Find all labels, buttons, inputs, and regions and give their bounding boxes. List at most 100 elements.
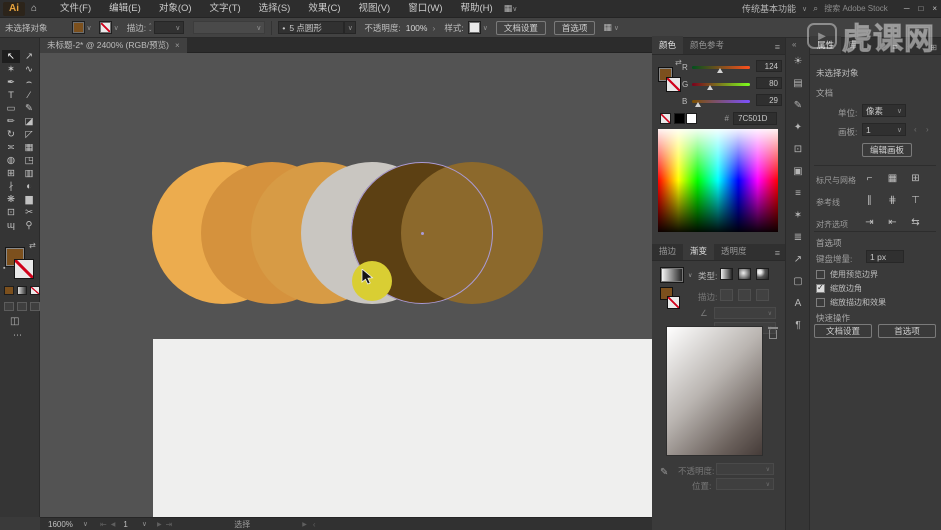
artboards-panel-icon[interactable]: ▢ [788, 274, 808, 289]
control-options-caret[interactable]: ∨ [614, 24, 619, 32]
rotate-tool[interactable]: ↻ [2, 128, 20, 141]
canvas[interactable] [40, 53, 652, 517]
draw-normal-button[interactable] [4, 302, 14, 311]
edit-gradient-icon[interactable]: ✎ [660, 467, 668, 478]
tab-color[interactable]: 颜色 [652, 36, 683, 54]
default-fill-stroke-icon[interactable]: ▪ [3, 265, 5, 272]
tab-transparency[interactable]: 透明度 [714, 242, 754, 260]
width-profile-dropdown[interactable]: ∨ [193, 21, 265, 34]
next-artboard-arrow[interactable]: › [926, 125, 929, 134]
stroke-weight-stepper[interactable]: ⌃⌄ [148, 24, 152, 32]
swap-fill-stroke-icon[interactable]: ⇄ [29, 241, 36, 250]
gradient-slider-preview[interactable] [666, 326, 763, 456]
prev-artboard-arrow[interactable]: ‹ [914, 125, 917, 134]
panel-swap-icon[interactable]: ⇄ [675, 58, 682, 67]
zoom-tool[interactable]: ⚲ [20, 219, 38, 232]
opacity-expand-icon[interactable]: › [432, 23, 435, 33]
rectangle-tool[interactable]: ▭ [2, 102, 20, 115]
curvature-tool[interactable]: ⌢ [20, 76, 38, 89]
gradient-thumb-caret[interactable]: ∨ [688, 272, 692, 279]
pathfinder-panel-icon[interactable]: ▣ [788, 164, 808, 179]
fill-caret[interactable]: ∨ [87, 24, 92, 32]
panel-stroke-swatch[interactable] [666, 77, 681, 92]
search-stock-label[interactable]: 搜索 Adobe Stock [824, 3, 888, 14]
status-play-icon[interactable]: ▶ [302, 521, 307, 528]
layers-panel-icon[interactable]: ≣ [788, 230, 808, 245]
stroke-along-button[interactable] [738, 289, 751, 301]
stroke-within-button[interactable] [720, 289, 733, 301]
r-slider-handle[interactable] [717, 68, 723, 73]
freeform-gradient-button[interactable] [756, 268, 769, 280]
g-slider-track[interactable] [692, 83, 750, 86]
brushes-panel-icon[interactable]: ✎ [788, 98, 808, 113]
use-preview-bounds-checkbox-box[interactable] [816, 270, 825, 279]
scale-strokes-effects-checkbox-box[interactable] [816, 298, 825, 307]
r-value-field[interactable]: 124 [756, 60, 782, 72]
style-caret[interactable]: ∨ [483, 24, 488, 32]
snap-point-icon[interactable]: ⇆ [908, 216, 923, 230]
guides-icon[interactable]: ∥ [862, 194, 877, 208]
gradient-tool[interactable]: ▥ [20, 167, 38, 180]
lock-guides-icon[interactable]: ⋕ [885, 194, 900, 208]
shaper-tool[interactable]: ✏ [2, 115, 20, 128]
type-tool[interactable]: T [2, 89, 20, 102]
tab-libraries[interactable]: 库 [841, 36, 864, 54]
blend-tool[interactable]: ◐ [20, 180, 38, 193]
none-swatch[interactable] [660, 113, 671, 124]
status-back-icon[interactable]: ‹ [313, 520, 316, 529]
preferences-button[interactable]: 首选项 [554, 21, 596, 35]
close-button[interactable]: × [932, 4, 937, 13]
opacity-value[interactable]: 100% [406, 23, 428, 33]
draw-behind-button[interactable] [17, 302, 27, 311]
document-close-icon[interactable]: × [175, 41, 180, 50]
pixel-grid-icon[interactable]: ⊞ [908, 172, 923, 186]
symbol-sprayer-tool[interactable]: ❋ [2, 193, 20, 206]
menu-view[interactable]: 视图(V) [350, 0, 400, 18]
stroke-across-button[interactable] [756, 289, 769, 301]
color-panel-icon[interactable]: ☀ [788, 54, 808, 69]
menu-object[interactable]: 对象(O) [150, 0, 201, 18]
smart-guides-icon[interactable]: ⊤ [908, 194, 923, 208]
stroke-caret[interactable]: ∨ [114, 24, 119, 32]
delete-stop-icon[interactable] [769, 330, 777, 339]
linear-gradient-button[interactable] [720, 268, 733, 280]
shape-builder-tool[interactable]: ◍ [2, 154, 20, 167]
scale-tool[interactable]: ◸ [20, 128, 38, 141]
control-options-icon[interactable]: ▦ [603, 22, 612, 33]
document-setup-button[interactable]: 文档设置 [496, 21, 546, 35]
tab-properties[interactable]: 属性 [810, 36, 841, 54]
zoom-level[interactable]: 1600% [48, 520, 73, 529]
angle-dropdown[interactable]: ∨ [714, 307, 776, 319]
align-panel-icon[interactable]: ≡ [788, 186, 808, 201]
b-value-field[interactable]: 29 [756, 94, 782, 106]
transform-panel-icon[interactable]: ⊡ [788, 142, 808, 157]
first-artboard-icon[interactable]: ⇤ [100, 520, 107, 529]
last-artboard-icon[interactable]: ⇥ [166, 520, 173, 529]
none-mode-button[interactable] [30, 286, 40, 295]
workspace-switcher[interactable]: 传统基本功能 [742, 2, 796, 15]
paintbrush-tool[interactable]: ✎ [20, 102, 38, 115]
menu-type[interactable]: 文字(T) [201, 0, 250, 18]
search-icon[interactable]: ⌕ [813, 3, 818, 14]
g-slider-handle[interactable] [707, 85, 713, 90]
gradient-mode-button[interactable] [17, 286, 27, 295]
hex-value-field[interactable]: 7C501D [733, 112, 777, 125]
radial-gradient-button[interactable] [738, 268, 751, 280]
stroke-color-swatch[interactable] [99, 21, 112, 34]
artboard-tool[interactable]: ⊡ [2, 206, 20, 219]
arrange-documents-icon[interactable]: ▦ [504, 3, 513, 14]
mesh-tool[interactable]: ⊞ [2, 167, 20, 180]
next-artboard-icon[interactable]: ▶ [157, 521, 162, 528]
lasso-tool[interactable]: ∿ [20, 63, 38, 76]
symbols-panel-icon[interactable]: ✦ [788, 120, 808, 135]
perspective-grid-tool[interactable]: ◳ [20, 154, 38, 167]
workspace-caret[interactable]: ∨ [802, 5, 807, 13]
scale-strokes-effects-checkbox[interactable]: 缩放描边和效果 [816, 297, 886, 308]
artboard-dropdown[interactable]: 1∨ [862, 123, 906, 136]
expand-panels-icon[interactable]: « [792, 40, 796, 49]
screen-mode-icon[interactable]: ◫ [10, 316, 19, 327]
hand-tool[interactable]: ɰ [2, 219, 20, 232]
arrange-documents-caret[interactable]: ∨ [512, 5, 517, 13]
fill-color-swatch[interactable] [72, 21, 85, 34]
tab-stroke[interactable]: 描边 [652, 242, 683, 260]
